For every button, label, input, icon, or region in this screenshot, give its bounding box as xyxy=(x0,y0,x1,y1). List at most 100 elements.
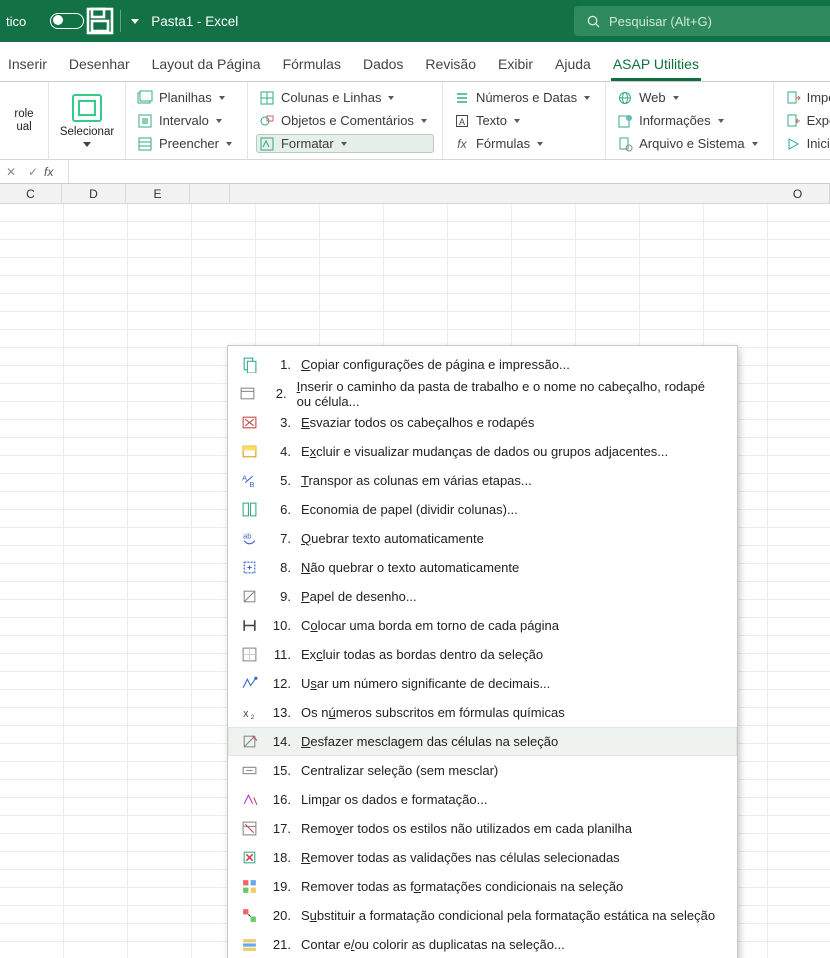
cell[interactable] xyxy=(768,780,830,797)
cell[interactable] xyxy=(768,726,830,743)
cell[interactable] xyxy=(768,438,830,455)
cell[interactable] xyxy=(0,888,64,905)
selecionar-button[interactable]: Selecionar xyxy=(57,88,117,153)
cell[interactable] xyxy=(128,492,192,509)
cell[interactable] xyxy=(0,258,64,275)
cell[interactable] xyxy=(128,222,192,239)
cell[interactable] xyxy=(64,600,128,617)
preencher-button[interactable]: Preencher xyxy=(134,134,239,153)
tab-exibir[interactable]: Exibir xyxy=(496,46,535,81)
cell[interactable] xyxy=(0,204,64,221)
cell[interactable] xyxy=(768,384,830,401)
cell[interactable] xyxy=(0,384,64,401)
cell[interactable] xyxy=(128,258,192,275)
cell[interactable] xyxy=(256,258,320,275)
cell[interactable] xyxy=(448,222,512,239)
cell[interactable] xyxy=(128,726,192,743)
web-button[interactable]: Web xyxy=(614,88,765,107)
cell[interactable] xyxy=(128,708,192,725)
cell[interactable] xyxy=(64,474,128,491)
grid-row[interactable] xyxy=(0,258,830,276)
cell[interactable] xyxy=(256,222,320,239)
cell[interactable] xyxy=(768,852,830,869)
cell[interactable] xyxy=(576,312,640,329)
cell[interactable] xyxy=(128,798,192,815)
cell[interactable] xyxy=(384,258,448,275)
planilhas-button[interactable]: Planilhas xyxy=(134,88,239,107)
cell[interactable] xyxy=(448,294,512,311)
cell[interactable] xyxy=(384,204,448,221)
cell[interactable] xyxy=(64,546,128,563)
cell[interactable] xyxy=(0,636,64,653)
cell[interactable] xyxy=(0,438,64,455)
cell[interactable] xyxy=(192,312,256,329)
cell[interactable] xyxy=(512,204,576,221)
cell[interactable] xyxy=(768,834,830,851)
search-box[interactable]: Pesquisar (Alt+G) xyxy=(574,6,830,36)
cell[interactable] xyxy=(64,906,128,923)
cell[interactable] xyxy=(128,204,192,221)
cell[interactable] xyxy=(704,222,768,239)
cell[interactable] xyxy=(128,888,192,905)
cell[interactable] xyxy=(768,402,830,419)
cell[interactable] xyxy=(128,564,192,581)
cell[interactable] xyxy=(576,294,640,311)
cell[interactable] xyxy=(704,276,768,293)
cell[interactable] xyxy=(384,294,448,311)
menu-item-13[interactable]: x213.Os números subscritos em fórmulas q… xyxy=(228,698,737,727)
cell[interactable] xyxy=(0,798,64,815)
cell[interactable] xyxy=(64,348,128,365)
col-blank[interactable] xyxy=(190,184,230,203)
cell[interactable] xyxy=(0,420,64,437)
cell[interactable] xyxy=(640,222,704,239)
cell[interactable] xyxy=(384,240,448,257)
cell[interactable] xyxy=(128,330,192,347)
cell[interactable] xyxy=(64,654,128,671)
cell[interactable] xyxy=(128,528,192,545)
cell[interactable] xyxy=(64,222,128,239)
menu-item-16[interactable]: 16.Limpar os dados e formatação... xyxy=(228,785,737,814)
cell[interactable] xyxy=(320,240,384,257)
cell[interactable] xyxy=(64,672,128,689)
cell[interactable] xyxy=(64,636,128,653)
cell[interactable] xyxy=(256,240,320,257)
cell[interactable] xyxy=(64,330,128,347)
cell[interactable] xyxy=(704,312,768,329)
cell[interactable] xyxy=(768,600,830,617)
cell[interactable] xyxy=(768,510,830,527)
cell[interactable] xyxy=(0,240,64,257)
cell[interactable] xyxy=(128,924,192,941)
cell[interactable] xyxy=(256,294,320,311)
menu-item-4[interactable]: 4.Excluir e visualizar mudanças de dados… xyxy=(228,437,737,466)
cell[interactable] xyxy=(128,654,192,671)
colunas-linhas-button[interactable]: Colunas e Linhas xyxy=(256,88,434,107)
tab-layout[interactable]: Layout da Página xyxy=(150,46,263,81)
cell[interactable] xyxy=(64,582,128,599)
cell[interactable] xyxy=(704,204,768,221)
menu-item-12[interactable]: 12.Usar um número significante de decima… xyxy=(228,669,737,698)
menu-item-1[interactable]: 1.Copiar configurações de página e impre… xyxy=(228,350,737,379)
cell[interactable] xyxy=(0,312,64,329)
cell[interactable] xyxy=(128,474,192,491)
cell[interactable] xyxy=(0,870,64,887)
cell[interactable] xyxy=(768,582,830,599)
cell[interactable] xyxy=(768,636,830,653)
cell[interactable] xyxy=(64,402,128,419)
informacoes-button[interactable]: Informações xyxy=(614,111,765,130)
col-d[interactable]: D xyxy=(62,184,126,203)
objetos-comentarios-button[interactable]: Objetos e Comentários xyxy=(256,111,434,130)
cell[interactable] xyxy=(0,726,64,743)
cell[interactable] xyxy=(640,204,704,221)
cell[interactable] xyxy=(0,654,64,671)
cell[interactable] xyxy=(128,240,192,257)
cell[interactable] xyxy=(64,312,128,329)
cell[interactable] xyxy=(64,834,128,851)
cell[interactable] xyxy=(64,366,128,383)
cell[interactable] xyxy=(256,276,320,293)
menu-item-18[interactable]: 18.Remover todas as validações nas célul… xyxy=(228,843,737,872)
cell[interactable] xyxy=(0,366,64,383)
exportar-button[interactable]: Exportar xyxy=(782,111,830,130)
cell[interactable] xyxy=(192,276,256,293)
cell[interactable] xyxy=(0,852,64,869)
cell[interactable] xyxy=(768,258,830,275)
